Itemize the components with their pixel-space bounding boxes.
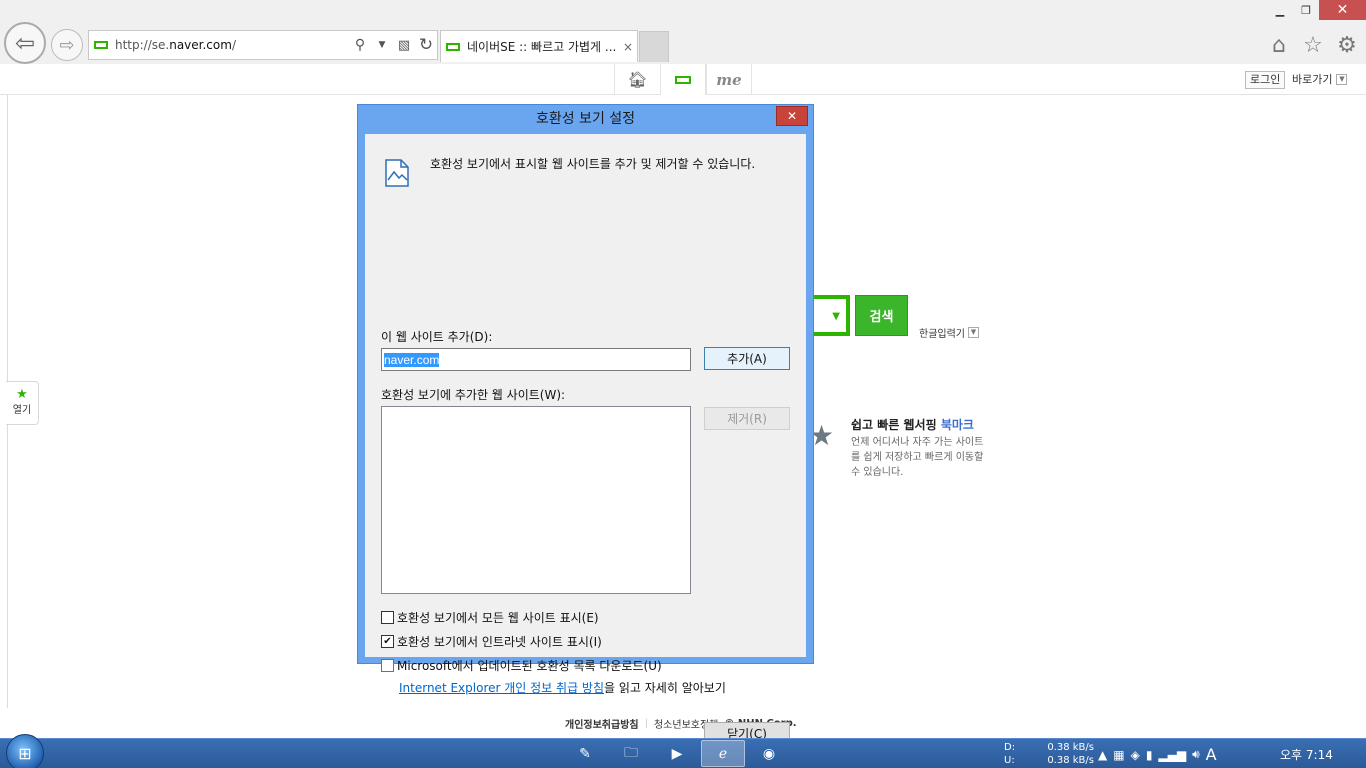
live-app-icon[interactable]: ▶ <box>655 740 699 767</box>
hangul-input-label: 한글입력기 <box>919 329 965 340</box>
option-label: 호환성 보기에서 인트라넷 사이트 표시(I) <box>397 635 602 649</box>
net-down-value: 0.38 kB/s <box>1047 742 1094 753</box>
goto-label: 바로가기 <box>1292 73 1333 86</box>
folder-app-icon[interactable]: 🗀 <box>609 740 653 767</box>
add-site-input[interactable]: naver.com <box>381 348 691 371</box>
taskbar-apps: ✎ 🗀 ▶ ℯ ◉ <box>563 740 791 767</box>
bookmark-promo-title[interactable]: 쉽고 빠른 웹서핑 북마크 <box>851 416 974 433</box>
volume-icon[interactable]: 🔊︎ <box>1192 747 1200 762</box>
option-label: Microsoft에서 업데이트된 호환성 목록 다운로드(U) <box>397 659 662 673</box>
browser-chrome: ▁ ❐ ✕ ⇦ ⇨ http://se.naver.com/ ⚲ ▼ ▧ ↻ 네… <box>0 0 1366 64</box>
checkbox-checked[interactable]: ✔ <box>381 635 394 648</box>
checkbox[interactable] <box>381 659 394 672</box>
minimize-icon[interactable]: ▁ <box>1267 0 1293 20</box>
site-listbox[interactable] <box>381 406 691 594</box>
browser-right-icons: ⌂ ☆ ⚙ <box>1266 32 1360 58</box>
footer-divider: | <box>644 718 648 729</box>
net-up-label: U: <box>1004 755 1015 766</box>
se-search-tab[interactable] <box>660 64 706 95</box>
tray-network-app-icon[interactable]: ◈ <box>1131 748 1140 762</box>
bookmark-promo-description: 언제 어디서나 자주 가는 사이트를 쉽게 저장하고 빠르게 이동할 수 있습니… <box>851 437 984 478</box>
dialog-close-icon[interactable]: ✕ <box>776 106 808 126</box>
ime-indicator[interactable]: A <box>1206 745 1217 764</box>
option-intranet-sites[interactable]: ✔ 호환성 보기에서 인트라넷 사이트 표시(I) <box>381 633 602 650</box>
system-tray: ▲ ▦ ◈ ▮ ▂▄▆ 🔊︎ A <box>1098 745 1217 764</box>
new-tab-button[interactable] <box>639 31 669 62</box>
open-label: 열기 <box>12 405 32 416</box>
privacy-link-row: Internet Explorer 개인 정보 취급 방침을 읽고 자세히 알아… <box>399 679 726 696</box>
address-bar[interactable]: http://se.naver.com/ ⚲ ▼ ▧ ↻ <box>88 30 438 60</box>
search-dropdown-icon[interactable]: ▼ <box>832 311 840 322</box>
dropdown-icon[interactable]: ▼ <box>371 40 393 50</box>
forward-button[interactable]: ⇨ <box>51 29 83 61</box>
site-list-label: 호환성 보기에 추가한 웹 사이트(W): <box>381 388 566 402</box>
restore-icon[interactable]: ❐ <box>1293 0 1319 20</box>
compatibility-view-dialog: 호환성 보기 설정 ✕ 호환성 보기에서 표시할 웹 사이트를 추가 및 제거할… <box>357 104 814 745</box>
browser-tab[interactable]: 네이버SE :: 빠르고 가볍게 ... × <box>440 30 638 62</box>
signal-icon[interactable]: ▂▄▆ <box>1158 748 1186 762</box>
naver-se-toolbar: 🏠︎ me 로그인 바로가기 ▼ <box>0 64 1366 95</box>
goto-menu[interactable]: 바로가기 ▼ <box>1292 71 1348 87</box>
privacy-policy-link[interactable]: 개인정보취급방침 <box>565 716 639 731</box>
compatibility-view-icon[interactable]: ▧ <box>393 38 415 53</box>
add-button[interactable]: 추가(A) <box>704 347 790 370</box>
arrow-left-icon: ⇦ <box>14 29 36 57</box>
dialog-intro: 호환성 보기에서 표시할 웹 사이트를 추가 및 제거할 수 있습니다. <box>430 157 756 171</box>
add-site-value: naver.com <box>384 352 440 367</box>
open-sidebar-button[interactable]: ★ 열기 <box>6 381 39 425</box>
login-button[interactable]: 로그인 <box>1245 71 1286 89</box>
option-show-all-sites[interactable]: 호환성 보기에서 모든 웹 사이트 표시(E) <box>381 609 599 626</box>
tray-app-icon[interactable]: ▦ <box>1113 748 1124 762</box>
search-button[interactable]: 검색 <box>855 295 908 336</box>
se-home-tab[interactable]: 🏠︎ <box>614 64 660 95</box>
privacy-link-suffix: 을 읽고 자세히 알아보기 <box>604 681 726 695</box>
network-speed: D: 0.38 kB/s U: 0.38 kB/s <box>1004 741 1094 767</box>
gear-icon[interactable]: ⚙ <box>1334 32 1360 58</box>
net-down-label: D: <box>1004 742 1016 753</box>
windows-logo-icon: ⊞ <box>18 743 32 763</box>
home-icon[interactable]: ⌂ <box>1266 32 1292 58</box>
window-controls: ▁ ❐ ✕ <box>1267 0 1366 20</box>
messenger-app-icon[interactable]: ◉ <box>747 740 791 767</box>
naver-badge-icon <box>675 75 691 84</box>
dialog-body: 호환성 보기에서 표시할 웹 사이트를 추가 및 제거할 수 있습니다. 이 웹… <box>365 134 806 745</box>
search-icon[interactable]: ⚲ <box>349 37 371 53</box>
remove-button[interactable]: 제거(R) <box>704 407 790 430</box>
se-me-tab[interactable]: me <box>706 64 752 95</box>
start-button[interactable]: ⊞ <box>6 734 44 768</box>
se-tabs: 🏠︎ me <box>614 64 752 95</box>
taskbar: ⊞ ✎ 🗀 ▶ ℯ ◉ D: 0.38 kB/s U: 0.38 kB/s ▲ ▦ … <box>0 734 1366 768</box>
favorites-star-icon[interactable]: ☆ <box>1300 32 1326 58</box>
show-hidden-icons-icon[interactable]: ▲ <box>1098 748 1107 762</box>
checkbox[interactable] <box>381 611 394 624</box>
home-icon: 🏠︎ <box>627 70 648 89</box>
close-icon[interactable]: ✕ <box>1319 0 1366 20</box>
dialog-title: 호환성 보기 설정 <box>535 111 636 127</box>
battery-icon[interactable]: ▮ <box>1146 748 1153 762</box>
internet-explorer-app-icon[interactable]: ℯ <box>701 740 745 767</box>
arrow-right-icon: ⇨ <box>59 34 75 56</box>
tab-close-icon[interactable]: × <box>619 40 637 54</box>
option-label: 호환성 보기에서 모든 웹 사이트 표시(E) <box>397 611 599 625</box>
chevron-down-icon: ▼ <box>1336 73 1348 85</box>
webpage-icon <box>385 159 409 187</box>
clock[interactable]: 오후 7:14 <box>1280 746 1333 763</box>
address-url[interactable]: http://se.naver.com/ <box>115 38 349 52</box>
chevron-down-icon: ▼ <box>968 327 979 338</box>
site-favicon-icon <box>94 41 108 49</box>
refresh-icon[interactable]: ↻ <box>415 35 437 55</box>
back-button[interactable]: ⇦ <box>4 22 46 64</box>
add-site-label: 이 웹 사이트 추가(D): <box>381 330 493 344</box>
tab-favicon-icon <box>446 42 460 51</box>
notepad-app-icon[interactable]: ✎ <box>563 740 607 767</box>
star-icon: ★ <box>16 387 28 402</box>
net-up-value: 0.38 kB/s <box>1047 755 1094 766</box>
tab-title: 네이버SE :: 빠르고 가볍게 ... <box>467 40 617 54</box>
privacy-statement-link[interactable]: Internet Explorer 개인 정보 취급 방침 <box>399 681 604 695</box>
hangul-input-toggle[interactable]: 한글입력기 ▼ <box>919 325 979 340</box>
option-download-list[interactable]: Microsoft에서 업데이트된 호환성 목록 다운로드(U) <box>381 657 662 674</box>
